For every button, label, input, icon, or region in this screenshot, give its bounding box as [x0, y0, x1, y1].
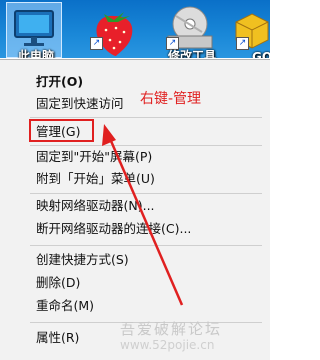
watermark-text: 吾爱破解论坛 — [120, 320, 223, 338]
watermark-url: www.52pojie.cn — [120, 338, 215, 352]
annotation-arrow-icon — [102, 124, 184, 306]
